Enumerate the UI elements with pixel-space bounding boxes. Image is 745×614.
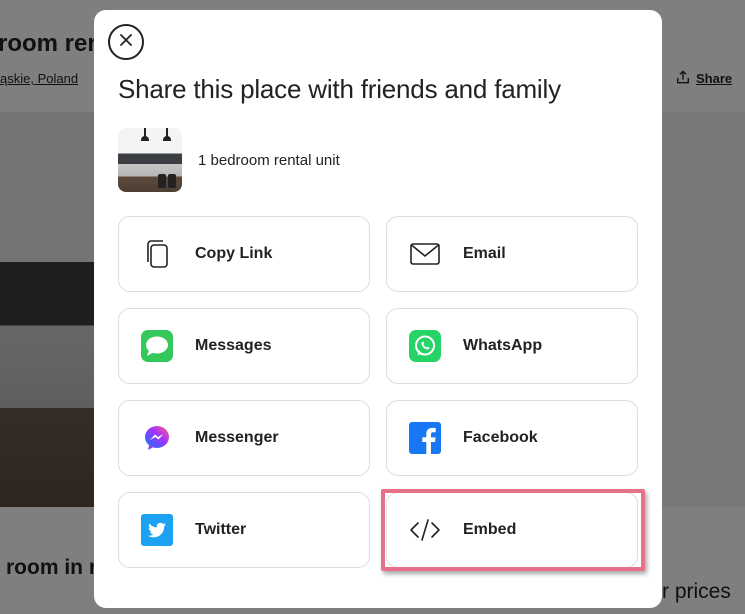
- whatsapp-label: WhatsApp: [463, 337, 543, 354]
- modal-title: Share this place with friends and family: [118, 74, 561, 104]
- envelope-icon: [409, 238, 441, 270]
- twitter-label: Twitter: [195, 521, 247, 538]
- facebook-button[interactable]: Facebook: [386, 400, 638, 476]
- listing-summary: 1 bedroom rental unit: [118, 128, 340, 192]
- share-modal: Share this place with friends and family…: [94, 10, 662, 608]
- messages-button[interactable]: Messages: [118, 308, 370, 384]
- twitter-icon: [141, 514, 173, 546]
- facebook-label: Facebook: [463, 429, 538, 446]
- messages-icon: [141, 330, 173, 362]
- email-label: Email: [463, 245, 506, 262]
- close-button[interactable]: [108, 24, 144, 60]
- share-options-grid: Copy Link Email Messages WhatsApp Messen…: [118, 216, 638, 568]
- listing-thumbnail: [118, 128, 182, 192]
- whatsapp-button[interactable]: WhatsApp: [386, 308, 638, 384]
- email-button[interactable]: Email: [386, 216, 638, 292]
- copy-link-label: Copy Link: [195, 245, 273, 262]
- embed-label: Embed: [463, 521, 517, 538]
- listing-name: 1 bedroom rental unit: [198, 151, 340, 169]
- whatsapp-icon: [409, 330, 441, 362]
- facebook-icon: [409, 422, 441, 454]
- copy-link-button[interactable]: Copy Link: [118, 216, 370, 292]
- copy-icon: [141, 238, 173, 270]
- code-icon: [409, 514, 441, 546]
- messenger-button[interactable]: Messenger: [118, 400, 370, 476]
- messenger-label: Messenger: [195, 429, 279, 446]
- messages-label: Messages: [195, 337, 272, 354]
- close-icon: [119, 33, 133, 52]
- twitter-button[interactable]: Twitter: [118, 492, 370, 568]
- embed-button[interactable]: Embed: [386, 492, 638, 568]
- messenger-icon: [141, 422, 173, 454]
